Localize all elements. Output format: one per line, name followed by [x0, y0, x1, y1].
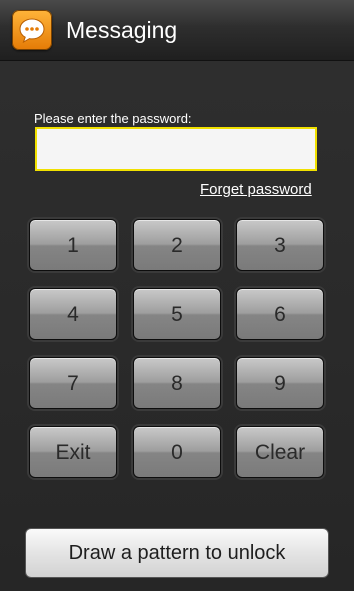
messaging-app-icon	[12, 10, 52, 50]
draw-pattern-button[interactable]: Draw a pattern to unlock	[25, 528, 329, 578]
exit-button[interactable]: Exit	[29, 426, 117, 478]
key-4[interactable]: 4	[29, 288, 117, 340]
speech-bubble-icon	[19, 18, 45, 44]
key-7[interactable]: 7	[29, 357, 117, 409]
password-prompt: Please enter the password:	[34, 111, 192, 126]
key-0[interactable]: 0	[133, 426, 221, 478]
password-input[interactable]	[35, 127, 317, 171]
lock-screen: Messaging Please enter the password: For…	[0, 0, 354, 591]
key-5[interactable]: 5	[133, 288, 221, 340]
key-6[interactable]: 6	[236, 288, 324, 340]
key-9[interactable]: 9	[236, 357, 324, 409]
key-2[interactable]: 2	[133, 219, 221, 271]
clear-button[interactable]: Clear	[236, 426, 324, 478]
title-bar: Messaging	[0, 0, 354, 61]
key-3[interactable]: 3	[236, 219, 324, 271]
forget-password-link[interactable]: Forget password	[200, 181, 316, 199]
app-title: Messaging	[66, 17, 178, 43]
key-8[interactable]: 8	[133, 357, 221, 409]
key-1[interactable]: 1	[29, 219, 117, 271]
